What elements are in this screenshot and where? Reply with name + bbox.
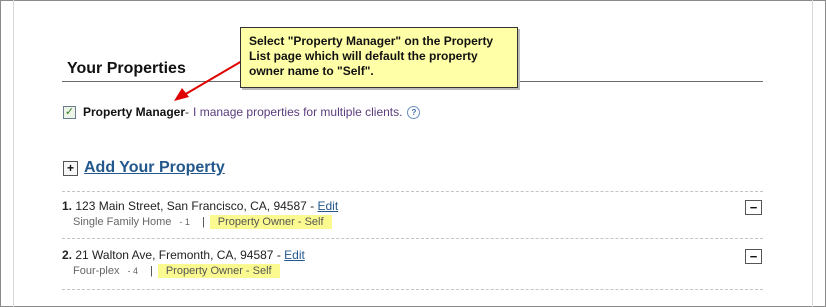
- divider: [62, 238, 763, 239]
- property-item: 2. 21 Walton Ave, Fremonth, CA, 94587 - …: [62, 248, 305, 278]
- property-pipe: |: [201, 216, 205, 228]
- help-icon[interactable]: ?: [407, 105, 421, 119]
- property-address-line: 2. 21 Walton Ave, Fremonth, CA, 94587 - …: [62, 248, 305, 262]
- property-type: Four-plex: [73, 265, 120, 277]
- property-pipe: |: [149, 265, 153, 277]
- property-manager-label[interactable]: Property Manager: [83, 105, 185, 119]
- divider: [62, 191, 763, 192]
- checkmark-icon: ✓: [64, 105, 75, 118]
- property-details-line: Four-plex - 4 | Property Owner - Self: [73, 264, 305, 278]
- property-units: - 1: [179, 217, 190, 227]
- add-property-link[interactable]: Add Your Property: [84, 159, 225, 177]
- section-title: Your Properties: [67, 60, 186, 77]
- property-owner: Property Owner - Self: [157, 264, 280, 278]
- property-type: Single Family Home: [73, 216, 172, 228]
- edit-link[interactable]: Edit: [318, 199, 339, 213]
- callout-arrow-icon: [174, 60, 243, 101]
- property-manager-checkbox[interactable]: ✓: [63, 105, 76, 119]
- property-number: 2.: [62, 248, 73, 262]
- annotation-callout: Select "Property Manager" on the Propert…: [240, 27, 518, 88]
- property-details-line: Single Family Home - 1 | Property Owner …: [73, 215, 338, 229]
- property-item: 1. 123 Main Street, San Francisco, CA, 9…: [62, 199, 338, 229]
- property-address-line: 1. 123 Main Street, San Francisco, CA, 9…: [62, 199, 338, 213]
- property-separator: -: [273, 248, 285, 262]
- property-units: - 4: [127, 266, 138, 276]
- plus-icon[interactable]: +: [63, 160, 78, 176]
- property-address: 21 Walton Ave, Fremonth, CA, 94587: [75, 248, 274, 262]
- property-manager-row: ✓ Property Manager - I manage properties…: [63, 104, 421, 120]
- edit-link[interactable]: Edit: [284, 248, 305, 262]
- collapse-button[interactable]: −: [745, 249, 762, 264]
- property-owner: Property Owner - Self: [209, 215, 332, 229]
- divider: [62, 289, 763, 290]
- property-separator: -: [306, 199, 318, 213]
- property-manager-dash: -: [185, 105, 190, 119]
- property-address: 123 Main Street, San Francisco, CA, 9458…: [75, 199, 307, 213]
- property-manager-description: I manage properties for multiple clients…: [193, 105, 403, 119]
- collapse-button[interactable]: −: [745, 200, 762, 215]
- property-number: 1.: [62, 199, 73, 213]
- add-property-row: + Add Your Property: [63, 159, 225, 177]
